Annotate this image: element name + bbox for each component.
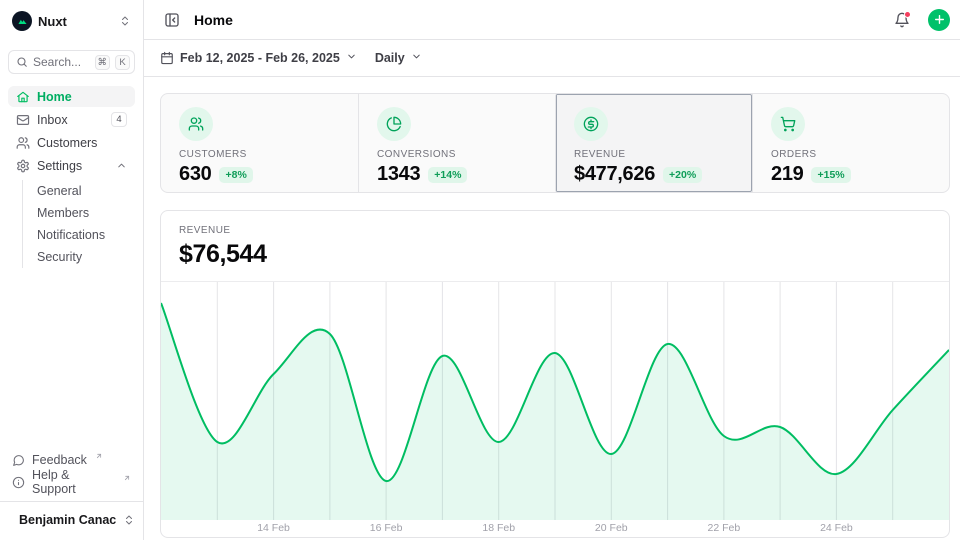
filters-toolbar: Feb 12, 2025 - Feb 26, 2025 Daily	[144, 40, 960, 77]
user-menu[interactable]: Benjamin Canac	[8, 502, 135, 532]
submenu-item-security[interactable]: Security	[33, 246, 135, 268]
nuxt-logo-icon	[12, 11, 32, 31]
sidebar-item-label: Home	[37, 90, 127, 104]
search-placeholder: Search...	[33, 55, 90, 69]
page-content: CUSTOMERS 630 +8% CONVERSIONS 1343 +14%	[144, 77, 960, 538]
chevron-up-icon	[116, 160, 127, 171]
plus-icon	[933, 13, 946, 26]
external-link-icon	[95, 449, 103, 463]
sidebar: Nuxt Search... ⌘ K Home	[0, 0, 144, 540]
submenu-item-members[interactable]: Members	[33, 202, 135, 224]
org-switcher[interactable]: Nuxt	[8, 8, 135, 34]
date-range-label: Feb 12, 2025 - Feb 26, 2025	[180, 51, 340, 65]
sidebar-item-settings[interactable]: Settings	[8, 155, 135, 176]
stat-value: $477,626	[574, 163, 655, 186]
stat-value: 630	[179, 163, 211, 186]
x-axis: 14 Feb 16 Feb 18 Feb 20 Feb 22 Feb 24 Feb	[161, 520, 949, 537]
submenu-item-notifications[interactable]: Notifications	[33, 224, 135, 246]
stat-label: CUSTOMERS	[179, 149, 340, 160]
stat-label: ORDERS	[771, 149, 931, 160]
sidebar-nav: Home Inbox 4 Customers Settings	[8, 86, 135, 268]
dollar-circle-icon	[574, 107, 608, 141]
add-button[interactable]	[928, 9, 950, 31]
external-link-icon	[123, 471, 131, 485]
page-title: Home	[194, 12, 880, 28]
date-range-picker[interactable]: Feb 12, 2025 - Feb 26, 2025	[160, 51, 357, 65]
chart-current-value: $76,544	[179, 240, 931, 269]
stats-group: CUSTOMERS 630 +8% CONVERSIONS 1343 +14%	[160, 93, 950, 193]
sidebar-item-label: Customers	[37, 136, 127, 150]
submenu-item-general[interactable]: General	[33, 180, 135, 202]
settings-submenu: General Members Notifications Security	[22, 180, 135, 268]
users-icon	[16, 136, 30, 150]
feedback-label: Feedback	[32, 453, 87, 467]
search-input[interactable]: Search... ⌘ K	[8, 50, 135, 74]
inbox-count-badge: 4	[111, 112, 127, 127]
sidebar-item-label: Inbox	[37, 113, 104, 127]
revenue-chart-card: REVENUE $76,544 14 Feb 16 Feb 18 Feb 20 Feb…	[160, 210, 950, 538]
chart-header: REVENUE $76,544	[161, 211, 949, 281]
search-icon	[16, 56, 28, 68]
x-axis-tick: 22 Feb	[707, 522, 740, 534]
notification-dot	[904, 11, 911, 18]
stat-delta-badge: +20%	[663, 167, 702, 183]
sidebar-item-inbox[interactable]: Inbox 4	[8, 109, 135, 130]
chart-title: REVENUE	[179, 225, 931, 236]
stat-label: CONVERSIONS	[377, 149, 537, 160]
stat-card-revenue[interactable]: REVENUE $477,626 +20%	[555, 94, 752, 192]
sidebar-item-customers[interactable]: Customers	[8, 132, 135, 153]
stat-label: REVENUE	[574, 149, 734, 160]
help-support-label: Help & Support	[32, 468, 115, 496]
stat-value: 219	[771, 163, 803, 186]
stat-delta-badge: +8%	[219, 167, 252, 183]
pie-chart-icon	[377, 107, 411, 141]
stat-delta-badge: +15%	[811, 167, 850, 183]
kbd-k: K	[115, 55, 130, 70]
home-icon	[16, 90, 30, 104]
gear-icon	[16, 159, 30, 173]
x-axis-tick: 24 Feb	[820, 522, 853, 534]
sidebar-item-label: Settings	[37, 159, 109, 173]
revenue-area-chart	[161, 282, 949, 520]
chevrons-up-down-icon	[119, 15, 131, 27]
granularity-select[interactable]: Daily	[375, 51, 422, 65]
stat-delta-badge: +14%	[428, 167, 467, 183]
x-axis-tick: 16 Feb	[370, 522, 403, 534]
main-panel: Home Feb 12, 2025 - Feb 26, 2025 Daily	[144, 0, 960, 540]
chevron-down-icon	[411, 51, 422, 65]
sidebar-spacer	[8, 268, 135, 449]
chevrons-up-down-icon	[123, 514, 135, 526]
x-axis-tick: 14 Feb	[257, 522, 290, 534]
stat-card-customers[interactable]: CUSTOMERS 630 +8%	[161, 94, 358, 192]
message-bubble-icon	[12, 454, 25, 467]
chart-plot-area[interactable]: 14 Feb16 Feb18 Feb20 Feb22 Feb24 Feb	[161, 281, 949, 520]
user-name: Benjamin Canac	[19, 513, 116, 527]
inbox-icon	[16, 113, 30, 127]
stat-card-conversions[interactable]: CONVERSIONS 1343 +14%	[358, 94, 555, 192]
stat-card-orders[interactable]: ORDERS 219 +15%	[752, 94, 949, 192]
x-axis-tick: 20 Feb	[595, 522, 628, 534]
dashboard-window: Nuxt Search... ⌘ K Home	[0, 0, 960, 540]
granularity-label: Daily	[375, 51, 405, 65]
notifications-button[interactable]	[890, 8, 914, 32]
chevron-down-icon	[346, 51, 357, 65]
org-name: Nuxt	[38, 14, 113, 29]
info-circle-icon	[12, 476, 25, 489]
sidebar-collapse-button[interactable]	[160, 8, 184, 32]
users-icon	[179, 107, 213, 141]
shopping-cart-icon	[771, 107, 805, 141]
sidebar-item-home[interactable]: Home	[8, 86, 135, 107]
page-header: Home	[144, 0, 960, 40]
stat-value: 1343	[377, 163, 420, 186]
x-axis-tick: 18 Feb	[482, 522, 515, 534]
help-support-link[interactable]: Help & Support	[8, 471, 135, 493]
kbd-cmd: ⌘	[95, 55, 111, 70]
calendar-icon	[160, 51, 174, 65]
